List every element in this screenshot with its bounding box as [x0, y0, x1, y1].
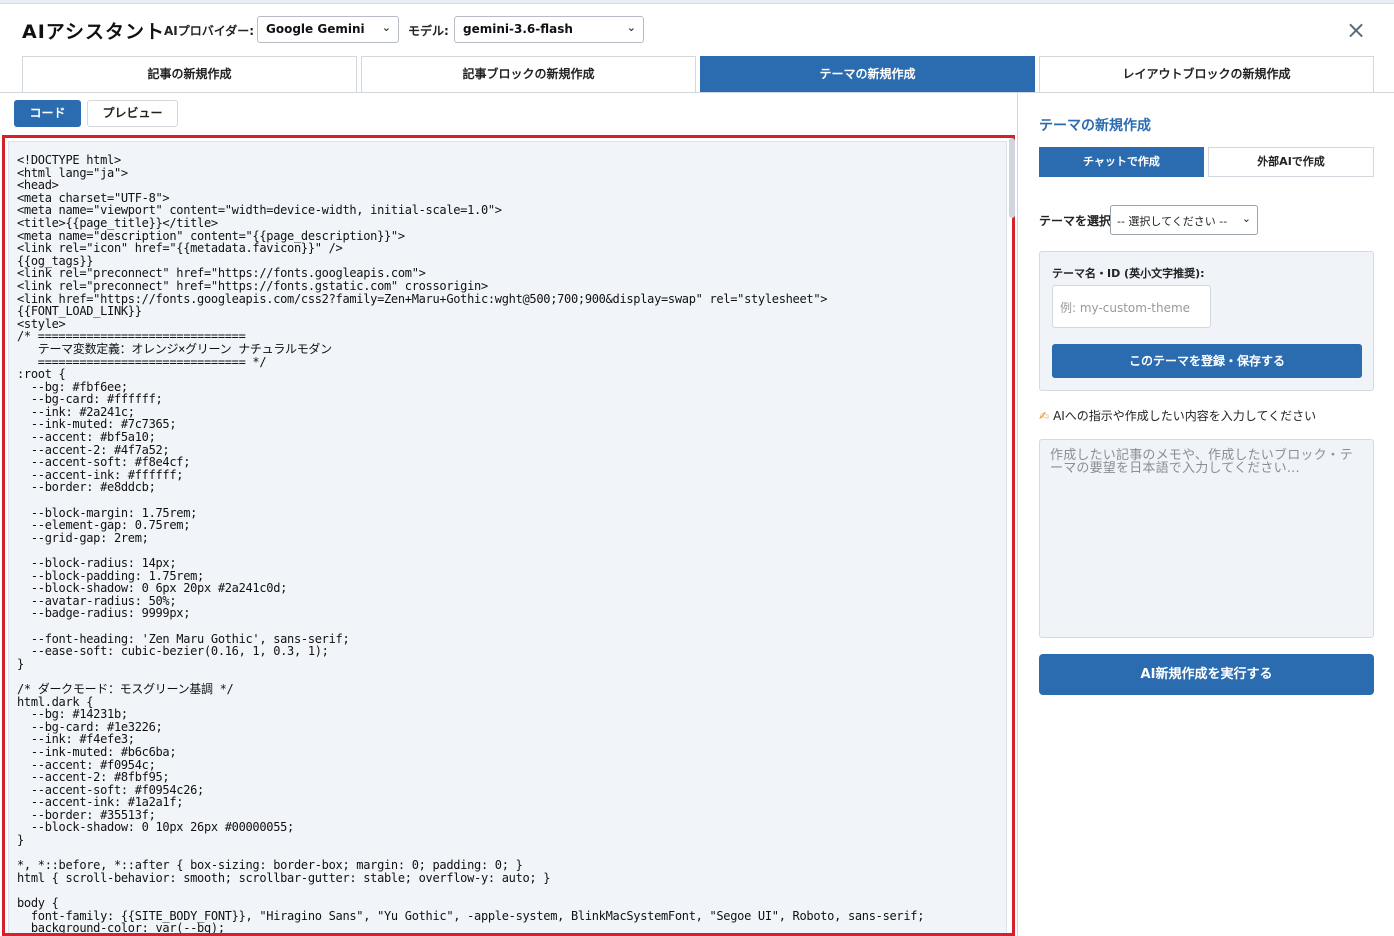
prompt-hint: ✍ AIへの指示や作成したい内容を入力してください — [1039, 407, 1316, 424]
close-icon[interactable]: × — [1346, 18, 1366, 42]
preview-view-button[interactable]: プレビュー — [87, 100, 178, 127]
theme-select-value: -- 選択してください -- — [1117, 215, 1228, 228]
code-editor-highlight: <!DOCTYPE html> <html lang="ja"> <head> … — [2, 135, 1015, 936]
pencil-hand-icon: ✍ — [1039, 409, 1050, 423]
chevron-down-icon: ⌄ — [381, 21, 391, 34]
dialog-title: AIアシスタント — [22, 21, 166, 43]
model-label: モデル: — [408, 24, 449, 38]
save-theme-button[interactable]: このテーマを登録・保存する — [1052, 344, 1362, 378]
code-editor[interactable]: <!DOCTYPE html> <html lang="ja"> <head> … — [8, 141, 1007, 936]
panel-title: テーマの新規作成 — [1039, 118, 1151, 134]
model-select-value: gemini-3.6-flash — [463, 22, 573, 36]
theme-id-card: テーマ名・ID (英小文字推奨): 例: my-custom-theme このテ… — [1039, 251, 1374, 391]
tab-new-article-block[interactable]: 記事ブロックの新規作成 — [361, 56, 696, 92]
tab-external-ai-create[interactable]: 外部AIで作成 — [1208, 147, 1374, 177]
theme-id-label: テーマ名・ID (英小文字推奨): — [1052, 267, 1205, 280]
main-tabs: 記事の新規作成 記事ブロックの新規作成 テーマの新規作成 レイアウトブロックの新… — [22, 56, 1374, 92]
provider-select[interactable]: Google Gemini ⌄ — [257, 16, 399, 43]
panel-divider — [1017, 93, 1018, 936]
tab-chat-create[interactable]: チャットで作成 — [1039, 147, 1204, 177]
provider-select-value: Google Gemini — [266, 22, 365, 36]
code-scrollbar[interactable] — [1009, 138, 1015, 218]
prompt-hint-text: AIへの指示や作成したい内容を入力してください — [1053, 409, 1317, 423]
tabs-divider — [0, 92, 1394, 93]
theme-select[interactable]: -- 選択してください -- ⌄ — [1110, 205, 1258, 235]
run-ai-create-button[interactable]: AI新規作成を実行する — [1039, 654, 1374, 695]
dialog-header: AIアシスタント AIプロバイダー: Google Gemini ⌄ モデル: … — [0, 4, 1394, 54]
theme-id-input[interactable]: 例: my-custom-theme — [1052, 285, 1211, 328]
model-select[interactable]: gemini-3.6-flash ⌄ — [454, 16, 644, 43]
code-view-button[interactable]: コード — [14, 100, 81, 127]
prompt-textarea[interactable]: 作成したい記事のメモや、作成したいブロック・テーマの要望を日本語で入力してくださ… — [1039, 439, 1374, 638]
chevron-down-icon: ⌄ — [626, 21, 636, 34]
code-text: <!DOCTYPE html> <html lang="ja"> <head> … — [17, 153, 925, 936]
tab-new-layout-block[interactable]: レイアウトブロックの新規作成 — [1039, 56, 1374, 92]
provider-label: AIプロバイダー: — [164, 24, 255, 38]
theme-select-label: テーマを選択 — [1039, 214, 1112, 228]
chevron-down-icon: ⌄ — [1241, 212, 1251, 225]
tab-new-theme[interactable]: テーマの新規作成 — [700, 56, 1035, 92]
tab-new-article[interactable]: 記事の新規作成 — [22, 56, 357, 92]
